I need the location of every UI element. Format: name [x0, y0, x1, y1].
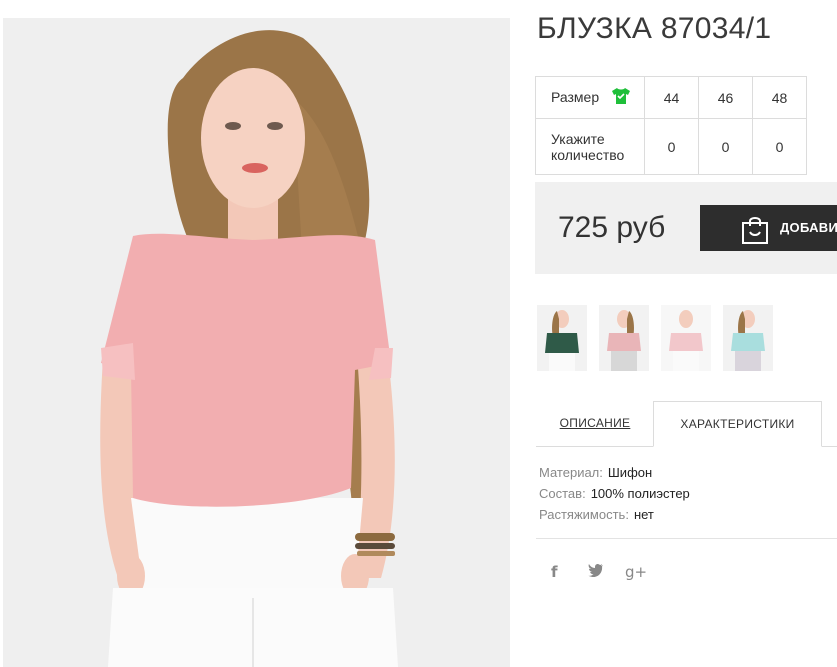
size-quantity-table: Размер 44 46 48 Укажите количество 0 0 0 [535, 76, 807, 175]
product-price: 725 руб [558, 211, 666, 244]
tshirt-icon[interactable] [611, 87, 631, 108]
thumbnail-mint[interactable] [723, 305, 773, 371]
shopping-bag-icon [741, 214, 769, 247]
spec-value: Шифон [607, 465, 653, 480]
quantity-input-46[interactable]: 0 [698, 118, 753, 175]
characteristics-list: Материал: Шифон Состав: 100% полиэстер Рас… [539, 462, 690, 525]
size-48: 48 [752, 76, 807, 119]
price-box: 725 руб ДОБАВИТ [535, 182, 837, 274]
size-46: 46 [698, 76, 753, 119]
spec-value: 100% полиэстер [590, 486, 690, 501]
add-to-cart-button[interactable]: ДОБАВИТ [700, 205, 837, 251]
spec-key: Состав: [539, 486, 586, 501]
size-44: 44 [644, 76, 699, 119]
thumbnail-dark-green[interactable] [537, 305, 587, 371]
twitter-icon[interactable] [588, 563, 604, 581]
facebook-icon[interactable]: f [551, 563, 558, 581]
tab-description[interactable]: ОПИСАНИЕ [536, 401, 654, 446]
quantity-row: Укажите количество 0 0 0 [535, 118, 807, 175]
quantity-label-line1: Укажите [551, 130, 605, 147]
size-row: Размер 44 46 48 [535, 76, 807, 119]
divider [536, 538, 837, 539]
thumbnail-pink-back[interactable] [661, 305, 711, 371]
google-plus-icon[interactable]: g+ [625, 563, 647, 581]
add-to-cart-label: ДОБАВИТ [780, 220, 837, 235]
spec-key: Материал: [539, 465, 603, 480]
spec-row-material: Материал: Шифон [539, 462, 690, 483]
size-label: Размер [551, 89, 600, 105]
spec-row-stretch: Растяжимость: нет [539, 504, 690, 525]
spec-value: нет [633, 507, 654, 522]
size-label-cell: Размер [535, 76, 645, 119]
spec-row-composition: Состав: 100% полиэстер [539, 483, 690, 504]
thumbnail-pink-front[interactable] [599, 305, 649, 371]
product-tabs: ОПИСАНИЕ ХАРАКТЕРИСТИКИ [536, 401, 837, 447]
quantity-input-48[interactable]: 0 [752, 118, 807, 175]
product-title: БЛУЗКА 87034/1 [537, 12, 772, 45]
main-product-photo[interactable] [3, 18, 510, 667]
tab-characteristics[interactable]: ХАРАКТЕРИСТИКИ [653, 401, 822, 447]
spec-key: Растяжимость: [539, 507, 629, 522]
quantity-label-cell: Укажите количество [535, 118, 645, 175]
quantity-input-44[interactable]: 0 [644, 118, 699, 175]
quantity-label-line2: количество [551, 146, 625, 163]
